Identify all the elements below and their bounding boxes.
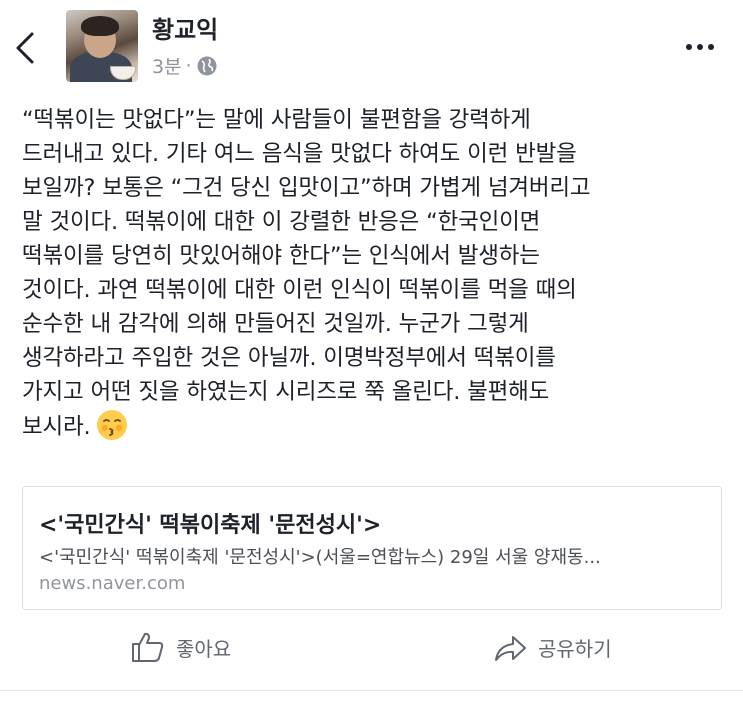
link-domain: news.naver.com <box>39 573 186 594</box>
share-label: 공유하기 <box>538 636 612 661</box>
share-button[interactable]: 공유하기 <box>492 630 612 664</box>
share-arrow-icon <box>495 636 526 661</box>
divider <box>0 690 743 691</box>
action-bar: 좋아요 공유하기 <box>0 616 743 694</box>
more-horizontal-icon[interactable] <box>682 32 718 62</box>
link-preview-card[interactable]: <'국민간식' 떡볶이축제 '문전성시'> <'국민간식' 떡볶이축제 '문전성… <box>22 486 722 610</box>
post-line: 말 것이다. 떡볶이에 대한 이 강렬한 반응은 “한국인이면 <box>22 209 541 235</box>
thumbs-up-icon <box>132 632 164 662</box>
post-timestamp[interactable]: 3분 <box>152 52 182 79</box>
post-line: 것이다. 과연 떡볶이에 대한 이런 인식이 떡볶이를 먹을 때의 <box>22 277 577 303</box>
post-line-last: 보시라. <box>22 409 722 444</box>
kissing-face-emoji-icon <box>97 410 128 440</box>
globe-icon <box>197 56 217 75</box>
post-line: 드러내고 있다. 기타 여느 음식을 맛없다 하여도 이런 반발을 <box>22 141 577 167</box>
post-text: “떡볶이는 맛없다”는 말에 사람들이 불편함을 강력하게 드러내고 있다. 기… <box>22 103 722 444</box>
post-header: 황교익 3분 · <box>0 0 743 95</box>
post-line: 생각하라고 주입한 것은 아닐까. 이명박정부에서 떡볶이를 <box>22 345 556 371</box>
post-meta: 3분 · <box>152 52 218 79</box>
link-description: <'국민간식' 떡볶이축제 '문전성시'>(서울=연합뉴스) 29일 서울 양재… <box>39 547 601 568</box>
post-line: “떡볶이는 맛없다”는 말에 사람들이 불편함을 강력하게 <box>22 107 531 133</box>
post-line-text: 보시라. <box>22 414 91 440</box>
post-line: 순수한 내 감각에 의해 만들어진 것일까. 누군가 그렇게 <box>22 311 529 337</box>
post-line: 떡볶이를 당연히 맛있어해야 한다”는 인식에서 발생하는 <box>22 243 540 269</box>
like-label: 좋아요 <box>176 636 232 661</box>
like-button[interactable]: 좋아요 <box>130 630 231 664</box>
post-line: 가지고 어떤 짓을 하였는지 시리즈로 쭉 올린다. 불편해도 <box>22 379 550 405</box>
avatar[interactable] <box>66 10 138 82</box>
post-line: 보일까? 보통은 “그건 당신 입맛이고”하며 가볍게 넘겨버리고 <box>22 175 591 201</box>
chevron-left-icon[interactable] <box>10 28 40 68</box>
meta-separator: · <box>185 54 192 77</box>
link-title[interactable]: <'국민간식' 떡볶이축제 '문전성시'> <box>39 507 381 539</box>
author-name[interactable]: 황교익 <box>152 10 218 45</box>
